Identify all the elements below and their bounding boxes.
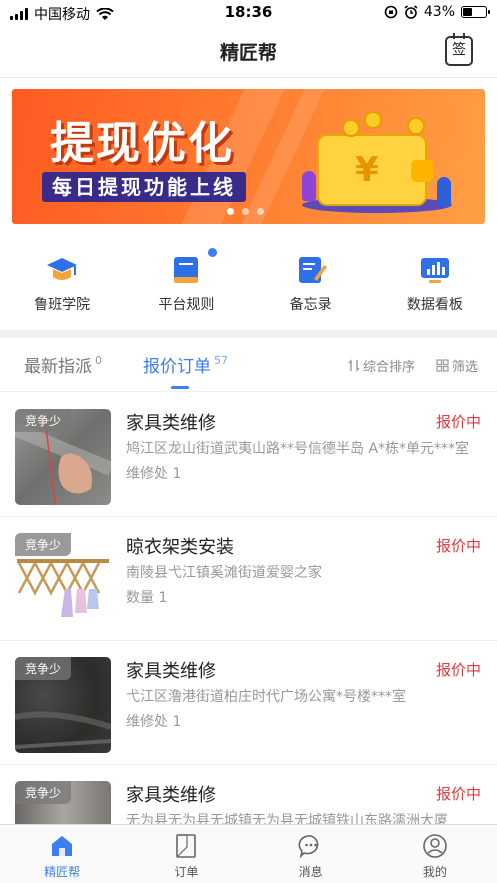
sort-label: 综合排序 bbox=[363, 360, 416, 375]
sort-button[interactable]: 综合排序 bbox=[348, 356, 415, 375]
quick-item-label: 鲁班学院 bbox=[34, 297, 91, 313]
quick-item-label: 平台规则 bbox=[158, 297, 215, 313]
currency-symbol: ¥ bbox=[355, 150, 379, 190]
wallet-icon: ¥ bbox=[317, 134, 433, 206]
tab-latest[interactable]: 最新指派 0 bbox=[24, 352, 102, 377]
promo-banner[interactable]: 提现优化 每日提现功能上线 ¥ bbox=[12, 89, 485, 224]
order-title: 家具类维修 bbox=[126, 661, 216, 682]
order-card[interactable]: 竞争少 家具类维修 报价中 鸠江区龙山街道武夷山路**号信德半岛 A*栋*单元*… bbox=[0, 393, 497, 517]
carousel-indicator bbox=[227, 208, 264, 215]
order-address: 弋江区澛港街道柏庄时代广场公寓*号楼***室 bbox=[126, 689, 406, 705]
order-card[interactable]: 竞争少 家具类维修 报价中 弋江区澛港街道柏庄时代广场公寓*号楼***室 维修处… bbox=[0, 641, 497, 765]
tabbar-home[interactable]: 精匠帮 bbox=[0, 825, 124, 883]
competition-badge: 竞争少 bbox=[15, 533, 72, 556]
battery-percent: 43% bbox=[423, 4, 455, 20]
coin-icon bbox=[364, 111, 382, 129]
order-address: 南陵县弋江镇奚滩街道爱婴之家 bbox=[126, 565, 322, 581]
tab-quote[interactable]: 报价订单 57 bbox=[143, 352, 228, 377]
message-icon bbox=[298, 833, 324, 859]
order-quantity: 数量 1 bbox=[126, 590, 168, 606]
order-tabs: 最新指派 0 报价订单 57 综合排序 筛选 bbox=[0, 338, 497, 392]
order-thumbnail: 竞争少 bbox=[15, 657, 111, 753]
dashboard-icon bbox=[418, 255, 452, 285]
order-title: 晾衣架类安装 bbox=[126, 537, 234, 558]
coin-icon bbox=[407, 117, 425, 135]
order-address: 鸠江区龙山街道武夷山路**号信德半岛 A*栋*单元***室 bbox=[126, 441, 470, 457]
person-illustration bbox=[437, 177, 451, 207]
order-thumbnail: 竞争少 bbox=[15, 533, 111, 629]
filter-label: 筛选 bbox=[452, 360, 479, 375]
profile-icon bbox=[422, 833, 448, 859]
tab-label: 最新指派 bbox=[24, 357, 92, 377]
tabbar-messages[interactable]: 消息 bbox=[249, 825, 373, 883]
quick-item-label: 备忘录 bbox=[289, 297, 332, 313]
competition-badge: 竞争少 bbox=[15, 657, 72, 680]
quick-item-academy[interactable]: 鲁班学院 bbox=[0, 250, 124, 330]
banner-title: 提现优化 bbox=[50, 118, 234, 169]
graduation-cap-icon bbox=[45, 255, 79, 285]
order-card[interactable]: 竞争少 晾衣架类安装 报价中 南陵县弋江镇奚滩街道爱婴之家 数量 1 bbox=[0, 517, 497, 641]
section-divider bbox=[0, 330, 497, 338]
quick-menu: 鲁班学院 平台规则 备忘录 数据看板 bbox=[0, 250, 497, 330]
order-status: 报价中 bbox=[435, 413, 481, 431]
order-quantity: 维修处 1 bbox=[126, 466, 182, 482]
order-thumbnail: 竞争少 bbox=[15, 409, 111, 505]
bottom-tab-bar: 精匠帮 订单 消息 我的 bbox=[0, 824, 497, 883]
tab-label: 报价订单 bbox=[143, 357, 211, 377]
competition-badge: 竞争少 bbox=[15, 781, 72, 804]
order-status: 报价中 bbox=[435, 537, 481, 555]
status-bar: 中国移动 18:36 43% bbox=[0, 0, 497, 26]
order-status: 报价中 bbox=[435, 661, 481, 679]
order-title: 家具类维修 bbox=[126, 785, 216, 806]
notification-dot bbox=[208, 248, 217, 257]
tab-count: 0 bbox=[95, 354, 102, 367]
memo-icon bbox=[294, 255, 328, 285]
active-tab-indicator bbox=[171, 386, 189, 389]
alarm-icon bbox=[404, 5, 418, 19]
tabbar-label: 消息 bbox=[298, 865, 323, 879]
quick-item-dashboard[interactable]: 数据看板 bbox=[373, 250, 497, 330]
quick-item-memo[interactable]: 备忘录 bbox=[249, 250, 373, 330]
tabbar-label: 订单 bbox=[174, 865, 199, 879]
order-icon bbox=[173, 833, 199, 859]
filter-button[interactable]: 筛选 bbox=[436, 356, 478, 375]
tabbar-orders[interactable]: 订单 bbox=[124, 825, 248, 883]
nav-bar: 精匠帮 签 bbox=[0, 26, 497, 78]
filter-icon bbox=[436, 359, 449, 372]
person-illustration bbox=[302, 171, 316, 201]
tabbar-label: 我的 bbox=[422, 865, 447, 879]
coin-icon bbox=[342, 119, 360, 137]
tabbar-label: 精匠帮 bbox=[44, 865, 81, 879]
banner-subtitle: 每日提现功能上线 bbox=[42, 172, 246, 202]
rulebook-icon bbox=[169, 255, 203, 285]
tabbar-profile[interactable]: 我的 bbox=[373, 825, 497, 883]
order-title: 家具类维修 bbox=[126, 413, 216, 434]
quick-item-label: 数据看板 bbox=[406, 297, 463, 313]
home-icon bbox=[49, 833, 75, 859]
sign-in-button[interactable]: 签 bbox=[445, 33, 473, 66]
quick-item-rules[interactable]: 平台规则 bbox=[124, 250, 248, 330]
battery-icon bbox=[461, 6, 490, 18]
rotation-lock-icon bbox=[384, 5, 398, 19]
page-title: 精匠帮 bbox=[219, 42, 277, 64]
order-quantity: 维修处 1 bbox=[126, 714, 182, 730]
competition-badge: 竞争少 bbox=[15, 409, 72, 432]
order-status: 报价中 bbox=[435, 785, 481, 803]
tab-count: 57 bbox=[214, 354, 228, 367]
sort-icon bbox=[348, 359, 360, 372]
